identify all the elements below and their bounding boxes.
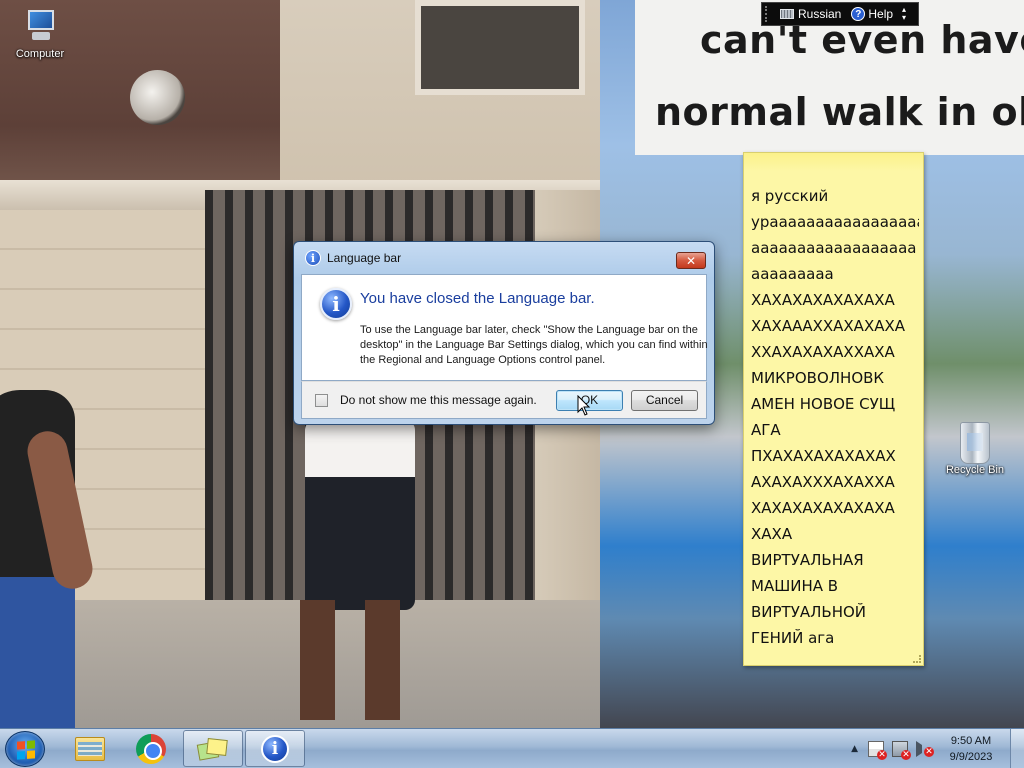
sticky-note-line: ХХАХАХАХАХХАХА	[751, 343, 895, 361]
sticky-note-resize-grip[interactable]	[913, 655, 921, 663]
dont-show-again-label[interactable]: Do not show me this message again.	[340, 393, 548, 407]
sticky-note-line: я русский	[751, 187, 829, 205]
sticky-note-text[interactable]: я русский урааааааааааааааааа аааааааааааа…	[751, 183, 919, 651]
wallpaper-lamp	[130, 70, 185, 125]
sticky-note-line: АХАХАХХХАХАХХА	[751, 473, 895, 491]
language-button[interactable]: Russian	[775, 4, 846, 24]
information-icon: i	[320, 288, 352, 320]
dialog-title: Language bar	[327, 251, 402, 265]
sticky-note-line: МИКРОВОЛНОВК	[751, 369, 885, 387]
sticky-note-line: АГА	[751, 421, 781, 439]
clock[interactable]: 9:50 AM 9/9/2023	[938, 733, 1004, 765]
network-icon[interactable]	[892, 740, 911, 760]
sticky-note-line: ХАХАХАХАХАХАХА	[751, 499, 895, 517]
language-bar[interactable]: Russian ? Help ▴ ▾	[761, 2, 919, 26]
info-icon: i	[261, 734, 289, 763]
sticky-note-line: ГЕНИЙ ага	[751, 629, 835, 647]
system-tray: ▲ 9:50 AM 9/9/2023	[851, 729, 1024, 768]
close-icon: ✕	[685, 253, 697, 268]
sticky-note-line: МАШИНА В	[751, 577, 839, 595]
chrome-icon	[136, 733, 166, 764]
sticky-note-line: ПХАХАХАХАХАХАХ	[751, 447, 896, 465]
sticky-notes-icon	[196, 737, 228, 761]
dialog-footer: Do not show me this message again. OK Ca…	[301, 381, 707, 419]
desktop-icon-recycle-bin[interactable]: Recycle Bin	[937, 422, 1013, 476]
taskbar: i ▲ 9:50 AM 9/9/2023	[0, 728, 1024, 768]
keyboard-icon	[780, 9, 794, 19]
show-hidden-icons-icon[interactable]: ▲	[851, 744, 858, 754]
close-button[interactable]: ✕	[676, 252, 706, 269]
desktop-icon-label: Computer	[15, 48, 65, 60]
taskbar-language-bar-dialog-button[interactable]: i	[245, 730, 305, 767]
clock-date: 9/9/2023	[949, 750, 993, 763]
sticky-note-line: ааааааааа	[751, 265, 834, 283]
desktop-icon-label: Recycle Bin	[945, 464, 1005, 476]
ok-button[interactable]: OK	[556, 389, 623, 411]
cancel-button[interactable]: Cancel	[631, 389, 698, 411]
help-label: Help	[868, 7, 894, 21]
taskbar-sticky-notes-button[interactable]	[183, 730, 243, 767]
dialog-message: To use the Language bar later, check "Sh…	[360, 324, 708, 366]
sticky-note-line: АМЕН НОВОЕ СУЩ	[751, 395, 896, 413]
computer-icon	[22, 8, 58, 48]
taskbar-chrome-button[interactable]	[121, 730, 181, 767]
sticky-note-line: ВИРТУАЛЬНАЯ	[751, 551, 864, 569]
windows-logo-icon	[17, 740, 35, 760]
sticky-note-line: ХАХА	[751, 525, 793, 543]
sticky-note-line: урааааааааааааааааа	[751, 213, 919, 231]
help-button[interactable]: ? Help	[846, 4, 898, 24]
taskbar-explorer-button[interactable]	[60, 730, 120, 767]
language-label: Russian	[798, 7, 842, 21]
dialog-heading: You have closed the Language bar.	[360, 290, 595, 307]
wallpaper-person-center	[305, 420, 415, 610]
wallpaper-caption-line2: normal walk in ol	[655, 90, 1024, 134]
show-desktop-button[interactable]	[1010, 729, 1024, 768]
sticky-note-header[interactable]	[744, 153, 923, 171]
language-bar-dialog[interactable]: i Language bar ✕ i You have closed the L…	[293, 241, 715, 425]
language-bar-grip[interactable]	[765, 6, 771, 22]
start-button[interactable]	[5, 731, 45, 767]
clock-time: 9:50 AM	[950, 734, 992, 747]
sticky-note[interactable]: я русский урааааааааааааааааа аааааааааааа…	[743, 152, 924, 666]
sticky-note-line: ВИРТУАЛЬНОЙ	[751, 603, 866, 621]
dont-show-again-checkbox[interactable]	[315, 393, 328, 407]
dialog-titlebar[interactable]: i Language bar	[301, 242, 707, 274]
dialog-content: i You have closed the Language bar. To u…	[301, 274, 708, 381]
wallpaper-window	[415, 0, 585, 95]
info-icon: i	[305, 250, 321, 266]
sticky-note-line: аааааааааааааааааа	[751, 239, 917, 257]
wallpaper-person-legs	[300, 600, 400, 720]
volume-muted-icon[interactable]	[916, 740, 934, 757]
action-center-flag-icon[interactable]	[868, 740, 887, 760]
recycle-bin-icon	[960, 422, 990, 464]
sticky-note-line: ХАХАААХХАХАХАХА	[751, 317, 906, 335]
language-bar-options-icon[interactable]: ▴ ▾	[902, 6, 906, 22]
sticky-note-line: ХАХАХАХАХАХАХА	[751, 291, 895, 309]
folder-icon	[75, 736, 105, 761]
help-icon: ?	[851, 7, 866, 21]
desktop-icon-computer[interactable]: Computer	[2, 8, 78, 60]
